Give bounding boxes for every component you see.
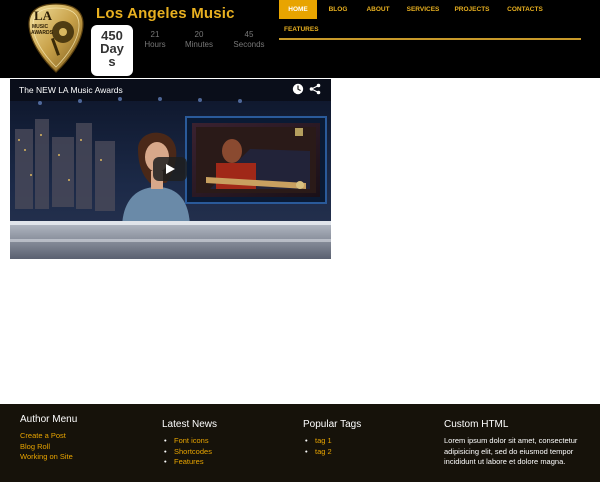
nav-item-contacts[interactable]: CONTACTS: [501, 0, 549, 19]
countdown-hours-value: 21: [150, 30, 160, 39]
countdown-hours: 21 Hours: [135, 30, 175, 50]
countdown-seconds: 45 Seconds: [229, 30, 269, 50]
countdown-minutes: 20 Minutes: [179, 30, 219, 50]
footer-popular-tags-links: tag 1 tag 2: [303, 436, 361, 457]
footer-latest-news-title: Latest News: [162, 419, 218, 430]
share-icon[interactable]: [309, 83, 321, 95]
footer-custom-html: Custom HTML Lorem ipsum dolor sit amet, …: [444, 419, 586, 468]
countdown-days-unit-tail: s: [108, 54, 116, 69]
countdown-seconds-label: Seconds: [233, 40, 265, 49]
footer-link-font-icons[interactable]: Font icons: [164, 436, 217, 447]
play-button[interactable]: [153, 157, 187, 181]
countdown-seconds-value: 45: [244, 30, 254, 39]
countdown-minutes-value: 20: [194, 30, 204, 39]
footer-custom-html-text: Lorem ipsum dolor sit amet, consectetur …: [444, 436, 578, 466]
footer-tag-1[interactable]: tag 1: [305, 436, 361, 447]
footer-custom-html-title: Custom HTML: [444, 419, 509, 430]
footer-popular-tags: Popular Tags tag 1 tag 2: [303, 419, 361, 457]
footer-link-features[interactable]: Features: [164, 457, 217, 468]
nav-item-about[interactable]: ABOUT: [359, 0, 397, 19]
logo-text-awards: AWARDS: [31, 30, 53, 36]
footer-latest-news: Latest News Font icons Shortcodes Featur…: [162, 419, 217, 468]
footer-author-menu: Author Menu Create a Post Blog Roll Work…: [20, 414, 77, 463]
play-icon: [166, 164, 175, 174]
nav-item-projects[interactable]: PROJECTS: [450, 0, 494, 19]
nav-item-home[interactable]: HOME: [279, 0, 317, 19]
site-title[interactable]: Los Angeles Music: [96, 5, 235, 22]
footer-popular-tags-title: Popular Tags: [303, 419, 362, 430]
site-logo[interactable]: LA MUSIC AWARDS: [27, 2, 85, 74]
video-title[interactable]: The NEW LA Music Awards: [19, 85, 123, 95]
site-footer: Author Menu Create a Post Blog Roll Work…: [0, 404, 600, 482]
footer-tag-2[interactable]: tag 2: [305, 447, 361, 458]
countdown-days: 450 Day s: [91, 25, 133, 76]
footer-link-create-post[interactable]: Create a Post: [20, 431, 77, 442]
footer-author-menu-links: Create a Post Blog Roll Working on Site: [20, 431, 77, 463]
footer-link-working-on-site[interactable]: Working on Site: [20, 452, 77, 463]
footer-link-shortcodes[interactable]: Shortcodes: [164, 447, 217, 458]
footer-latest-news-links: Font icons Shortcodes Features: [162, 436, 217, 468]
countdown-hours-label: Hours: [144, 40, 166, 49]
nav-item-blog[interactable]: BLOG: [321, 0, 355, 19]
nav-item-features[interactable]: FEATURES: [284, 20, 324, 39]
footer-link-blog-roll[interactable]: Blog Roll: [20, 442, 77, 453]
nav-item-services[interactable]: SERVICES: [401, 0, 445, 19]
countdown-minutes-label: Minutes: [184, 40, 213, 49]
footer-author-menu-title: Author Menu: [20, 414, 78, 425]
video-player[interactable]: The NEW LA Music Awards: [10, 79, 331, 259]
logo-text-la: LA: [34, 8, 53, 23]
site-header: LA MUSIC AWARDS Los Angeles Music 450 Da…: [0, 0, 600, 78]
main-nav: HOME BLOG ABOUT SERVICES PROJECTS CONTAC…: [279, 0, 581, 40]
clock-icon[interactable]: [292, 83, 304, 95]
